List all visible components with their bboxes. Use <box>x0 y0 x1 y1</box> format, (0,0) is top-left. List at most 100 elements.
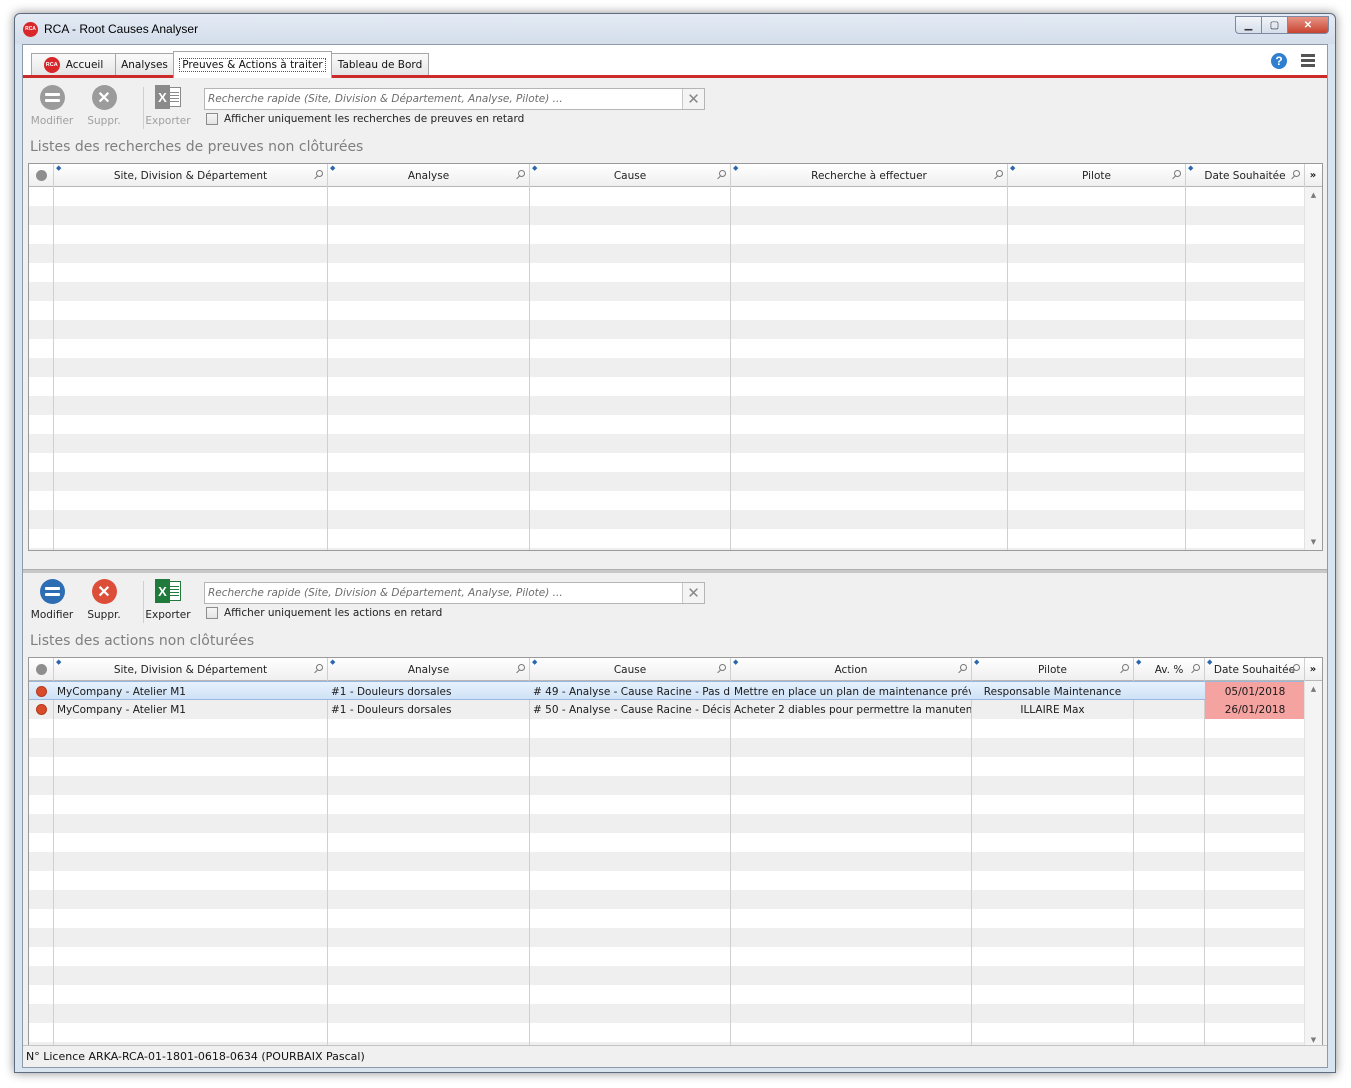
sort-icon[interactable]: ◆ <box>330 659 335 666</box>
tab-tableau-de-bord[interactable]: Tableau de Bord <box>331 53 429 75</box>
excel-icon: X <box>155 579 181 603</box>
column-header-analyse[interactable]: ◆ Analyse <box>328 658 530 681</box>
proofs-late-filter[interactable]: Afficher uniquement les recherches de pr… <box>206 113 524 125</box>
filter-search-icon[interactable] <box>316 170 323 177</box>
sort-icon[interactable]: ◆ <box>330 165 335 172</box>
sort-icon[interactable]: ◆ <box>56 165 61 172</box>
scroll-up-icon[interactable]: ▲ <box>1305 187 1322 203</box>
sort-icon[interactable]: ◆ <box>1188 165 1193 172</box>
table-row[interactable]: MyCompany - Atelier M1 #1 - Douleurs dor… <box>29 700 1305 719</box>
modify-button[interactable]: Modifier <box>29 85 75 127</box>
table-row[interactable]: MyCompany - Atelier M1 #1 - Douleurs dor… <box>29 681 1305 701</box>
sort-icon[interactable]: ◆ <box>1136 659 1141 666</box>
sort-icon[interactable]: ◆ <box>532 659 537 666</box>
column-header-avancement[interactable]: ◆ Av. % <box>1134 658 1205 681</box>
clear-search-icon[interactable]: ✕ <box>682 89 704 109</box>
status-column-header[interactable] <box>29 658 54 681</box>
filter-search-icon[interactable] <box>960 664 967 671</box>
title-bar[interactable]: RCA RCA - Root Causes Analyser ▁ ▢ ✕ <box>15 14 1335 44</box>
column-header-site[interactable]: ◆ Site, Division & Département <box>54 164 328 187</box>
actions-late-checkbox[interactable] <box>206 607 218 619</box>
analyse-cell: #1 - Douleurs dorsales <box>331 685 452 698</box>
tab-label: Analyses <box>121 58 168 71</box>
vertical-scrollbar[interactable]: ▲ ▼ <box>1304 187 1322 550</box>
status-column-header[interactable] <box>29 164 54 187</box>
filter-search-icon[interactable] <box>1293 664 1300 671</box>
column-header-pilote[interactable]: ◆ Pilote <box>1008 164 1186 187</box>
actions-search-input[interactable] <box>205 583 682 603</box>
sort-icon[interactable]: ◆ <box>1010 165 1015 172</box>
column-header-analyse[interactable]: ◆ Analyse <box>328 164 530 187</box>
hamburger-menu-icon[interactable] <box>1301 54 1315 67</box>
tab-preuves-actions[interactable]: Preuves & Actions à traiter <box>173 51 332 78</box>
help-icon[interactable]: ? <box>1271 53 1287 69</box>
actions-toolbar: Modifier ✕ Suppr. X Exporter ✕ Affich <box>23 575 1327 627</box>
modify-button[interactable]: Modifier <box>29 579 75 621</box>
tab-analyses[interactable]: Analyses <box>115 53 174 75</box>
rca-logo-icon: RCA <box>43 56 60 73</box>
filter-search-icon[interactable] <box>518 664 525 671</box>
panel-splitter[interactable] <box>23 569 1327 573</box>
sort-icon[interactable]: ◆ <box>1207 659 1212 666</box>
checkbox-label: Afficher uniquement les actions en retar… <box>224 607 443 619</box>
export-button[interactable]: X Exporter <box>143 85 193 127</box>
export-button[interactable]: X Exporter <box>143 579 193 621</box>
filter-search-icon[interactable] <box>316 664 323 671</box>
filter-search-icon[interactable] <box>518 170 525 177</box>
filter-search-icon[interactable] <box>996 170 1003 177</box>
proofs-late-checkbox[interactable] <box>206 113 218 125</box>
column-header-action[interactable]: ◆ Action <box>731 658 972 681</box>
column-label: Av. % <box>1154 663 1184 676</box>
minimize-button[interactable]: ▁ <box>1235 16 1261 34</box>
sort-icon[interactable]: ◆ <box>56 659 61 666</box>
license-text: N° Licence ARKA-RCA-01-1801-0618-0634 (P… <box>26 1050 365 1063</box>
proofs-search-box: ✕ <box>204 88 705 110</box>
column-header-date[interactable]: ◆ Date Souhaitée <box>1205 658 1305 681</box>
column-header-recherche[interactable]: ◆ Recherche à effectuer <box>731 164 1008 187</box>
sort-icon[interactable]: ◆ <box>532 165 537 172</box>
filter-search-icon[interactable] <box>1193 664 1200 671</box>
maximize-button[interactable]: ▢ <box>1261 16 1287 34</box>
status-cell <box>29 682 53 701</box>
filter-search-icon[interactable] <box>1293 170 1300 177</box>
tab-bar: RCA Accueil Analyses Preuves & Actions à… <box>23 45 1327 78</box>
site-cell: MyCompany - Atelier M1 <box>57 703 186 716</box>
scroll-down-icon[interactable]: ▼ <box>1305 534 1322 550</box>
pilote-cell: ILLAIRE Max <box>1020 703 1085 716</box>
column-header-cause[interactable]: ◆ Cause <box>530 164 731 187</box>
grid-header: ◆ Site, Division & Département ◆ Analyse ◆… <box>29 164 1322 187</box>
pilote-cell: Responsable Maintenance <box>983 685 1122 698</box>
delete-button[interactable]: ✕ Suppr. <box>81 85 127 127</box>
filter-search-icon[interactable] <box>719 170 726 177</box>
proofs-search-input[interactable] <box>205 89 682 109</box>
column-header-date[interactable]: ◆ Date Souhaitée <box>1186 164 1305 187</box>
vertical-scrollbar[interactable]: ▲ ▼ <box>1304 681 1322 1048</box>
column-header-site[interactable]: ◆ Site, Division & Département <box>54 658 328 681</box>
edit-icon <box>39 579 65 604</box>
scroll-up-icon[interactable]: ▲ <box>1305 681 1322 697</box>
column-header-pilote[interactable]: ◆ Pilote <box>972 658 1134 681</box>
sort-icon[interactable]: ◆ <box>974 659 979 666</box>
grid-header: ◆ Site, Division & Département ◆ Analyse ◆… <box>29 658 1322 681</box>
column-header-cause[interactable]: ◆ Cause <box>530 658 731 681</box>
delete-button[interactable]: ✕ Suppr. <box>81 579 127 621</box>
tab-accueil[interactable]: RCA Accueil <box>31 53 116 75</box>
filter-search-icon[interactable] <box>1174 170 1181 177</box>
clear-search-icon[interactable]: ✕ <box>682 583 704 603</box>
filter-search-icon[interactable] <box>719 664 726 671</box>
actions-late-filter[interactable]: Afficher uniquement les actions en retar… <box>206 607 442 619</box>
tab-label: Preuves & Actions à traiter <box>179 58 326 72</box>
close-button[interactable]: ✕ <box>1287 16 1329 34</box>
delete-label: Suppr. <box>87 609 121 621</box>
modify-label: Modifier <box>30 609 74 621</box>
sort-icon[interactable]: ◆ <box>733 659 738 666</box>
filter-search-icon[interactable] <box>1122 664 1129 671</box>
proofs-section-title: Listes des recherches de preuves non clô… <box>30 139 364 155</box>
sort-icon[interactable]: ◆ <box>733 165 738 172</box>
more-columns-button[interactable]: » <box>1304 164 1322 187</box>
action-cell: Acheter 2 diables pour permettre la manu… <box>734 703 971 716</box>
date-cell: 05/01/2018 <box>1205 682 1305 701</box>
action-cell: Mettre en place un plan de maintenance p… <box>734 685 971 698</box>
status-dot-icon <box>35 686 47 697</box>
more-columns-button[interactable]: » <box>1304 658 1322 681</box>
